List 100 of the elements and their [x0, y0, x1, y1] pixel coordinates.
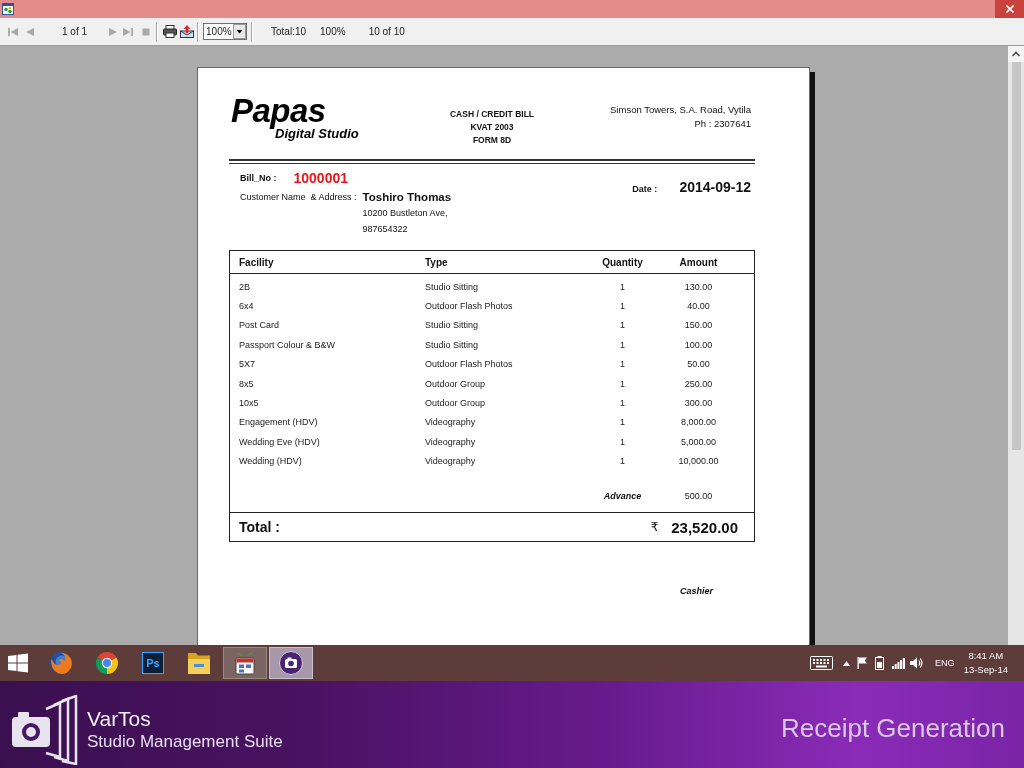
- column-header: Type: [425, 256, 448, 268]
- total-count-text: Total:10: [271, 26, 307, 37]
- table-cell: 8x5: [239, 378, 254, 389]
- table-cell: 1: [620, 359, 625, 370]
- table-cell: 1: [620, 417, 625, 428]
- customer-address-line: 10200 Bustleton Ave,: [362, 207, 448, 220]
- advance-amount: 500.00: [684, 490, 713, 501]
- page-indicator: 1 of 1: [62, 26, 88, 37]
- battery-icon[interactable]: [875, 656, 885, 670]
- folder-icon: [187, 651, 211, 675]
- customer-label: Customer Name & Address :: [240, 191, 357, 204]
- segmented-circle-icon: [95, 651, 119, 675]
- screen-title: Receipt Generation: [780, 712, 1005, 744]
- close-icon: [1005, 5, 1014, 13]
- studio-address-text: Simson Towers, S.A. Road, Vytila: [610, 103, 751, 117]
- table-cell: 1: [620, 456, 625, 467]
- zoom-level-text: 100%: [320, 26, 346, 37]
- table-cell: Studio Sitting: [425, 339, 479, 350]
- table-cell: 300.00: [684, 398, 713, 409]
- bill-heading-text: CASH / CREDIT BILL: [449, 108, 535, 121]
- total-label: Total :: [239, 519, 280, 536]
- table-cell: 1: [620, 378, 625, 389]
- cashier-label: Cashier: [679, 586, 713, 597]
- bill-heading-text: KVAT 2003: [470, 121, 514, 134]
- table-cell: 100.00: [684, 339, 713, 350]
- table-cell: 1: [620, 320, 625, 331]
- table-cell: Outdoor Group: [425, 378, 486, 389]
- bill-date: 2014-09-12: [679, 178, 751, 196]
- close-button[interactable]: [995, 0, 1024, 18]
- keyboard-icon[interactable]: [810, 656, 834, 670]
- table-cell: Post Card: [239, 320, 280, 331]
- table-cell: Studio Sitting: [425, 320, 479, 331]
- table-cell: 1: [620, 301, 625, 312]
- taskbar-button[interactable]: Ps: [131, 647, 175, 679]
- language-indicator[interactable]: ENG: [935, 658, 955, 668]
- table-cell: Outdoor Flash Photos: [425, 301, 513, 312]
- flag-icon[interactable]: [857, 657, 868, 669]
- table-cell: 50.00: [687, 359, 710, 370]
- table-cell: Studio Sitting: [425, 281, 479, 292]
- advance-label: Advance: [603, 490, 642, 501]
- column-header: Quantity: [602, 256, 643, 268]
- scroll-up-icon[interactable]: [1008, 46, 1024, 62]
- studio-address-text: Ph : 2307641: [694, 117, 751, 131]
- logo-tagline: Digital Studio: [275, 126, 359, 141]
- caret-icon: [233, 24, 247, 39]
- table-cell: Videography: [425, 417, 476, 428]
- customer-address-line: 987654322: [362, 223, 408, 236]
- table-cell: 8,000.00: [680, 417, 716, 428]
- table-cell: 5X7: [239, 359, 255, 370]
- table-cell: Videography: [425, 436, 476, 447]
- printer-icon[interactable]: [163, 25, 178, 38]
- table-cell: 10,000.00: [678, 456, 719, 467]
- table-cell: 1: [620, 339, 625, 350]
- table-cell: 40.00: [687, 301, 710, 312]
- table-cell: 6x4: [239, 301, 254, 312]
- table-cell: Outdoor Group: [425, 398, 486, 409]
- calendar-icon: [233, 651, 257, 675]
- product-name: VarTos: [87, 706, 151, 731]
- table-cell: 2B: [239, 281, 250, 292]
- zoom-select[interactable]: 100%: [203, 23, 248, 40]
- signal-bars-icon[interactable]: [892, 657, 906, 669]
- table-cell: 10x5: [239, 398, 259, 409]
- bill-heading-text: FORM 8D: [472, 134, 512, 147]
- record-count-text: 10 of 10: [368, 26, 405, 37]
- table-cell: Wedding (HDV): [239, 456, 302, 467]
- bill-number-label: Bill_No :: [240, 173, 277, 183]
- speaker-icon[interactable]: [910, 657, 924, 669]
- table-cell: Outdoor Flash Photos: [425, 359, 513, 370]
- taskbar-button[interactable]: [269, 647, 313, 679]
- globe-swirl-icon: [49, 651, 73, 675]
- table-cell: Wedding Eve (HDV): [239, 436, 320, 447]
- date-label: Date :: [632, 184, 658, 194]
- camera-icon: [279, 651, 303, 675]
- customer-name: Toshiro Thomas: [362, 190, 452, 205]
- table-cell: 1: [620, 398, 625, 409]
- scrollbar-thumb[interactable]: [1011, 62, 1021, 450]
- table-cell: 130.00: [684, 281, 713, 292]
- taskbar-button[interactable]: [223, 647, 267, 679]
- table-cell: 5,000.00: [680, 436, 716, 447]
- app-logo-tile: Ps: [142, 652, 164, 674]
- clock-time: 8:41 AM: [968, 649, 1004, 663]
- currency-symbol: ₹: [650, 520, 659, 535]
- windows-start-icon[interactable]: [8, 653, 28, 673]
- table-cell: Videography: [425, 456, 476, 467]
- bill-number: 1000001: [293, 170, 349, 186]
- table-cell: 1: [620, 436, 625, 447]
- column-header: Amount: [679, 256, 718, 268]
- table-cell: Passport Colour & B&W: [239, 339, 336, 350]
- total-amount: 23,520.00: [671, 518, 738, 536]
- table-cell: 150.00: [684, 320, 713, 331]
- caret-up-icon[interactable]: [843, 660, 851, 666]
- app-window-icon: [2, 3, 14, 15]
- table-cell: 1: [620, 281, 625, 292]
- table-cell: Engagement (HDV): [239, 417, 318, 428]
- clock-date: 13-Sep-14: [963, 663, 1008, 677]
- envelope-upload-icon[interactable]: [180, 25, 195, 38]
- table-cell: 250.00: [684, 378, 713, 389]
- product-subtitle: Studio Management Suite: [87, 730, 283, 753]
- camera-logo-icon: [10, 695, 78, 765]
- column-header: Facility: [239, 256, 274, 268]
